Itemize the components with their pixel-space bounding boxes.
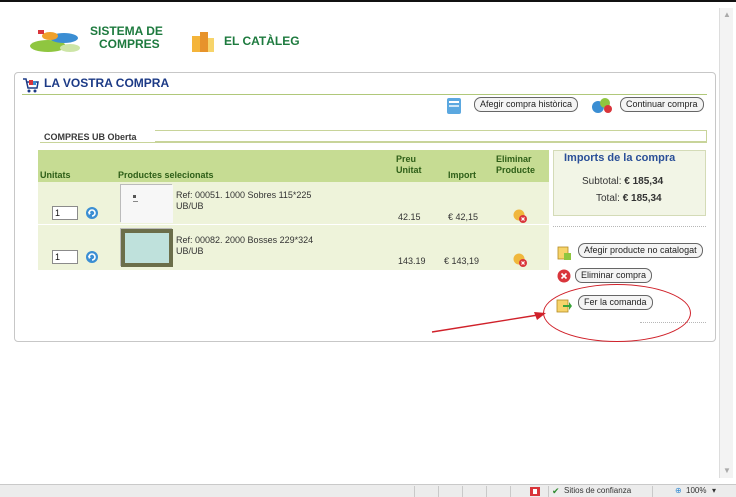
product-thumbnail (120, 184, 173, 223)
product-thumbnail (120, 228, 173, 267)
status-cell (414, 486, 415, 497)
product-ref[interactable]: Ref: 00051. 1000 Sobres 115*225 (176, 190, 311, 201)
vertical-scrollbar[interactable]: ▲ ▼ (719, 8, 733, 478)
add-product-icon[interactable] (556, 245, 572, 261)
historic-purchase-icon[interactable] (446, 97, 462, 115)
col-products: Productes selecionats (118, 170, 214, 180)
security-zone-icon (530, 487, 540, 496)
add-historic-purchase-button[interactable]: Afegir compra històrica (474, 97, 579, 112)
top-border (0, 0, 736, 6)
scroll-up-icon[interactable]: ▲ (722, 10, 732, 20)
tab-frame (155, 130, 707, 142)
status-cell (652, 486, 653, 497)
zoom-dropdown-icon[interactable]: ▾ (712, 486, 716, 495)
scroll-down-icon[interactable]: ▼ (722, 466, 732, 476)
col-delete-line2: Producte (496, 165, 536, 175)
security-zone-label[interactable]: Sitios de confianza (564, 486, 631, 495)
continue-shopping-icon[interactable] (590, 95, 614, 115)
subtotal-value: € 185,34 (624, 176, 664, 187)
delete-product-icon[interactable] (512, 208, 528, 224)
status-cell (462, 486, 463, 497)
check-icon: ✔ (552, 486, 560, 496)
total-value: € 185,34 (622, 193, 662, 204)
continue-purchase-button[interactable]: Continuar compra (620, 97, 704, 112)
product-unit: UB/UB (176, 201, 204, 211)
line-import: € 42,15 (448, 212, 479, 222)
shopping-cart-icon (23, 78, 39, 93)
logo-el-cataleg[interactable]: EL CATÀLEG (224, 35, 300, 48)
dotted-divider (553, 226, 706, 227)
tab-baseline (40, 142, 707, 143)
col-delete-line1: Eliminar (496, 154, 532, 164)
delete-purchase-icon[interactable] (556, 268, 572, 284)
col-units: Unitats (40, 170, 71, 180)
logo-compres[interactable]: COMPRES (99, 38, 160, 51)
totals-title: Imports de la compra (564, 152, 676, 164)
delete-product-icon[interactable] (512, 252, 528, 268)
cataleg-logo-icon[interactable] (190, 30, 216, 54)
status-cell (486, 486, 487, 497)
col-price-line1: Preu (396, 154, 417, 164)
refresh-quantity-icon[interactable] (84, 249, 100, 265)
tab-compres-ub-oberta[interactable]: COMPRES UB Oberta (44, 132, 137, 142)
delete-purchase-button[interactable]: Eliminar compra (575, 268, 653, 283)
subtotal-line: Subtotal: € 185,34 (582, 176, 663, 187)
product-unit: UB/UB (176, 246, 204, 256)
status-bar: ✔ Sitios de confianza ⊕ 100% ▾ (0, 484, 736, 497)
status-cell (548, 486, 549, 497)
sistema-compres-logo-icon[interactable] (28, 24, 84, 56)
page-title: LA VOSTRA COMPRA (44, 76, 170, 90)
zoom-level[interactable]: 100% (686, 486, 706, 495)
quantity-input[interactable]: 1 (52, 250, 78, 264)
status-cell (510, 486, 511, 497)
red-arrow-icon (431, 312, 546, 333)
line-import: € 143,19 (444, 256, 480, 266)
subtotal-label: Subtotal: (582, 176, 622, 187)
col-price-line2: Unitat (396, 165, 422, 175)
total-label: Total: (596, 193, 620, 204)
unit-price: 143.19 (398, 256, 426, 266)
col-import: Import (448, 170, 476, 180)
cart-table: Unitats Productes selecionats Preu Unita… (38, 150, 549, 274)
quantity-input[interactable]: 1 (52, 206, 78, 220)
total-line: Total: € 185,34 (596, 193, 662, 204)
unit-price: 42.15 (398, 212, 421, 222)
refresh-quantity-icon[interactable] (84, 205, 100, 221)
add-uncatalogued-product-button[interactable]: Afegir producte no catalogat (578, 243, 703, 258)
highlight-ellipse (543, 284, 691, 342)
product-ref[interactable]: Ref: 00082. 2000 Bosses 229*324 (176, 235, 313, 246)
status-cell (438, 486, 439, 497)
zoom-icon[interactable]: ⊕ (675, 486, 682, 495)
